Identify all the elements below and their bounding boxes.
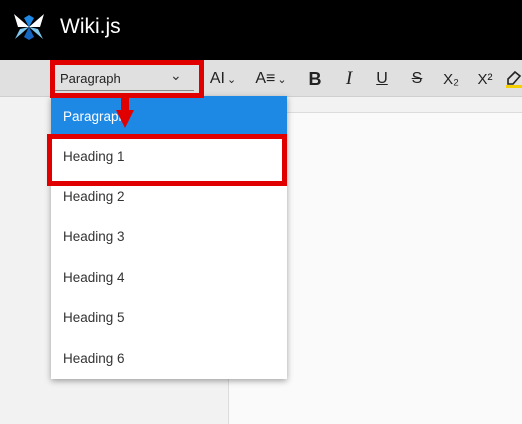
bold-icon: B xyxy=(308,68,322,89)
superscript-icon: X² xyxy=(477,70,493,88)
italic-button[interactable]: I xyxy=(336,65,362,93)
heading-size-icon: A≡ xyxy=(255,70,276,87)
dropdown-item-heading-6[interactable]: Heading 6 xyxy=(51,338,287,378)
annotation-highlight-select xyxy=(50,60,204,98)
chevron-down-icon: ⌄ xyxy=(277,73,287,86)
font-size-button[interactable]: AI ⌄ xyxy=(204,65,242,93)
heading-size-button[interactable]: A≡ ⌄ xyxy=(252,65,290,93)
italic-icon: I xyxy=(345,68,353,89)
app-title: Wiki.js xyxy=(60,15,121,38)
strikethrough-icon: S xyxy=(411,70,423,87)
dropdown-item-heading-3[interactable]: Heading 3 xyxy=(51,216,287,256)
app-header: Wiki.js xyxy=(0,0,522,60)
highlighter-icon xyxy=(506,70,522,88)
chevron-down-icon: ⌄ xyxy=(226,73,237,86)
subscript-button[interactable]: X₂ xyxy=(437,65,465,93)
annotation-arrow-down-icon xyxy=(116,110,134,128)
font-size-icon: AI xyxy=(209,70,225,87)
bold-button[interactable]: B xyxy=(302,65,328,93)
underline-icon: U xyxy=(376,70,388,87)
strikethrough-button[interactable]: S xyxy=(404,65,430,93)
highlight-button[interactable] xyxy=(506,65,522,93)
superscript-button[interactable]: X² xyxy=(471,65,499,93)
dropdown-item-heading-5[interactable]: Heading 5 xyxy=(51,297,287,337)
underline-button[interactable]: U xyxy=(369,65,395,93)
subscript-icon: X₂ xyxy=(443,70,459,88)
wikijs-logo-icon[interactable] xyxy=(12,12,46,42)
dropdown-item-paragraph[interactable]: Paragraph xyxy=(51,96,287,136)
annotation-highlight-heading-1 xyxy=(47,134,287,186)
dropdown-item-heading-4[interactable]: Heading 4 xyxy=(51,257,287,297)
